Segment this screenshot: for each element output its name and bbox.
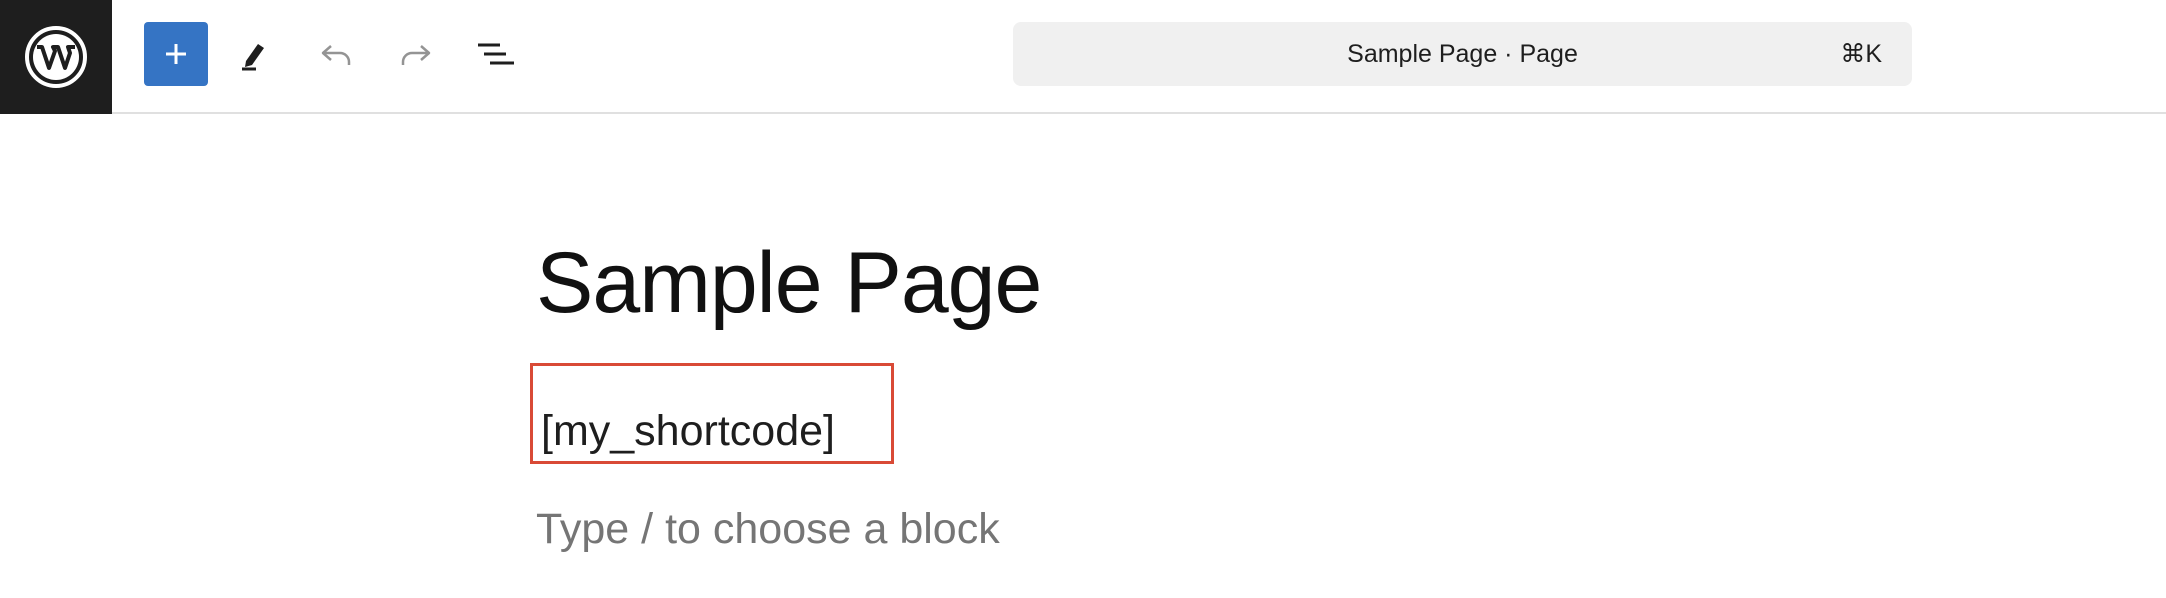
editor-header: Sample Page · Page ⌘K (0, 0, 2166, 114)
pencil-icon (242, 44, 264, 71)
wordpress-logo-button[interactable] (0, 0, 112, 114)
page-title[interactable]: Sample Page (536, 240, 1042, 326)
document-title: Sample Page · Page (1347, 39, 1578, 68)
undo-icon (321, 45, 351, 65)
undo-button[interactable] (304, 22, 368, 86)
wordpress-logo-icon (25, 26, 87, 88)
tools-button[interactable] (222, 22, 286, 86)
editor-canvas: Sample Page [my_shortcode] Type / to cho… (0, 116, 2166, 598)
command-palette-bar[interactable]: Sample Page · Page ⌘K (1013, 22, 1912, 86)
redo-button[interactable] (384, 22, 448, 86)
document-overview-button[interactable] (464, 22, 528, 86)
list-view-icon (478, 43, 514, 65)
plus-icon (166, 44, 186, 64)
redo-icon (401, 45, 431, 65)
keyboard-shortcut: ⌘K (1840, 40, 1882, 68)
shortcode-text[interactable]: [my_shortcode] (541, 410, 835, 453)
block-inserter-button[interactable] (144, 22, 208, 86)
block-appender-placeholder[interactable]: Type / to choose a block (536, 508, 1000, 551)
shortcode-block-highlight[interactable]: [my_shortcode] (530, 363, 894, 464)
